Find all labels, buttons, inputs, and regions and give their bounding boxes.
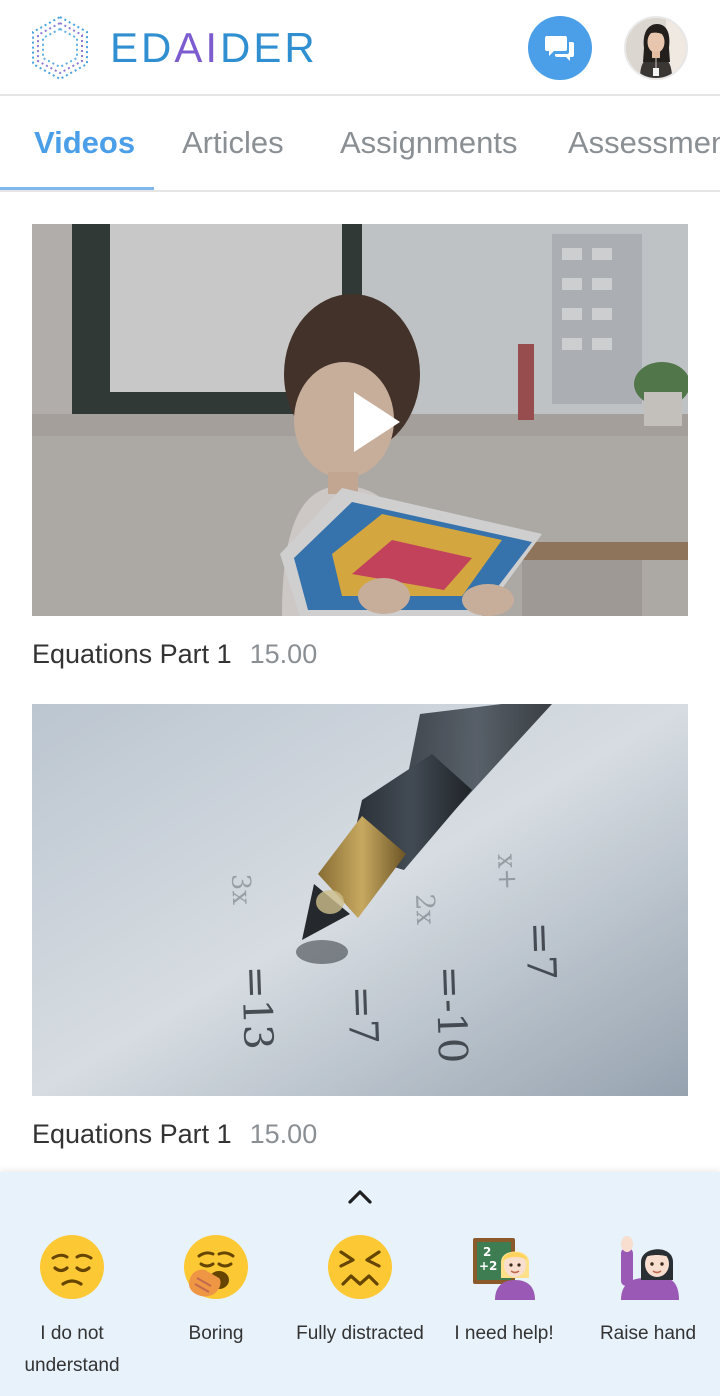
brand-name-ai: AI	[174, 24, 221, 71]
reaction-label: I need help!	[454, 1323, 554, 1344]
reaction-label: Boring	[188, 1323, 244, 1344]
play-icon[interactable]	[352, 392, 412, 452]
confounded-face-icon	[328, 1235, 392, 1299]
tab-assessments[interactable]: Assessments	[568, 96, 720, 190]
reaction-label: Fully distracted	[296, 1323, 424, 1344]
video-title[interactable]: Equations Part 1	[32, 1119, 232, 1150]
active-tab-indicator	[0, 187, 154, 190]
reaction-fully-distracted[interactable]: Fully distracted	[288, 1234, 432, 1350]
collapse-panel-button[interactable]	[340, 1180, 380, 1214]
yawning-face-icon	[184, 1235, 248, 1299]
reaction-do-not-understand[interactable]: I do not understand	[0, 1234, 144, 1382]
video-title[interactable]: Equations Part 1	[32, 639, 232, 670]
video-duration: 15.00	[249, 638, 318, 669]
user-avatar[interactable]	[624, 16, 688, 80]
pensive-face-icon	[40, 1235, 104, 1299]
chat-bubbles-icon	[545, 36, 574, 61]
svg-text:2: 2	[483, 1245, 491, 1259]
raising-hand-icon	[621, 1236, 679, 1300]
video-duration: 15.00	[249, 1118, 318, 1149]
content-tabs: Videos Articles Assignments Assessments	[0, 96, 720, 192]
reaction-raise-hand[interactable]: Raise hand	[576, 1234, 720, 1350]
video-meta: Equations Part 1 15.00	[32, 636, 688, 672]
brand-name-prefix: ED	[110, 24, 175, 71]
app-header: EDAIDER	[0, 0, 720, 96]
hexagon-logo-icon	[32, 15, 88, 81]
video-thumbnail-pen-equations[interactable]: =13 =7 =-10 =7 3x 2x x+	[32, 704, 688, 1096]
reaction-label: Raise hand	[599, 1323, 697, 1344]
video-thumbnail-girl-reading[interactable]	[32, 224, 688, 616]
video-card: =13 =7 =-10 =7 3x 2x x+ Equations Part 1…	[32, 704, 688, 1152]
chevron-up-icon	[348, 1190, 372, 1204]
svg-text:+2: +2	[479, 1259, 497, 1273]
reaction-boring[interactable]: Boring	[144, 1234, 288, 1350]
reaction-need-help[interactable]: 2 +2 I need help!	[432, 1234, 576, 1350]
brand-name: EDAIDER	[110, 24, 318, 72]
pen-on-equations-image: =13 =7 =-10 =7 3x 2x x+	[32, 704, 688, 1096]
tab-articles[interactable]: Articles	[182, 96, 284, 190]
user-photo	[626, 18, 686, 78]
teacher-icon: 2 +2	[473, 1238, 535, 1300]
video-card: Equations Part 1 15.00	[32, 224, 688, 672]
reaction-label: I do not understand	[24, 1323, 120, 1376]
video-meta: Equations Part 1 15.00	[32, 1116, 688, 1152]
reactions-panel: I do not understand Boring Fully distrac…	[0, 1172, 720, 1396]
edaider-logo[interactable]: EDAIDER	[30, 14, 318, 82]
tab-videos[interactable]: Videos	[34, 96, 135, 190]
tab-assignments[interactable]: Assignments	[340, 96, 517, 190]
chat-button[interactable]	[528, 16, 592, 80]
brand-name-suffix: DER	[220, 24, 318, 71]
